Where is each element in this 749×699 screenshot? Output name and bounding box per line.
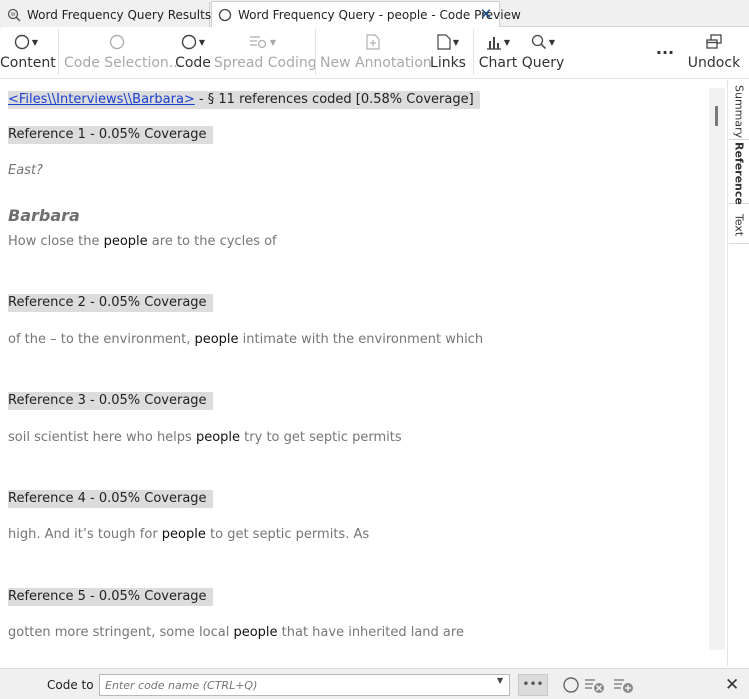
code-circle-icon[interactable] xyxy=(562,676,580,698)
close-icon[interactable]: ✕ xyxy=(725,675,739,695)
tab-bar: W Word Frequency Query Results Word Freq… xyxy=(0,0,749,28)
file-link[interactable]: <Files\\Interviews\\Barbara> xyxy=(8,92,195,107)
code-icon: ▼ xyxy=(174,31,212,53)
chart-icon: ▼ xyxy=(478,31,518,53)
content-button[interactable]: ▼ Content xyxy=(0,31,56,75)
tab-text[interactable]: Text xyxy=(729,208,749,244)
query-button[interactable]: ▼ Query xyxy=(520,31,566,75)
reference-text: gotten more stringent, some local people… xyxy=(8,625,464,640)
coverage-summary: - § 11 references coded [0.58% Coverage] xyxy=(194,92,474,107)
keyword-highlight: people xyxy=(195,430,241,445)
code-in-vivo-icon[interactable] xyxy=(613,676,635,698)
chevron-down-icon[interactable]: ▼ xyxy=(497,676,503,685)
coverage-header: <Files\\Interviews\\Barbara> - § 11 refe… xyxy=(8,91,480,109)
keyword-highlight: people xyxy=(103,234,148,249)
question-text: East? xyxy=(8,163,43,178)
code-name-input[interactable] xyxy=(99,674,510,696)
speaker-name: Barbara xyxy=(8,206,80,225)
tab-summary[interactable]: Summary xyxy=(729,84,749,140)
reference-header: Reference 3 - 0.05% Coverage xyxy=(8,392,213,410)
reference-header: Reference 5 - 0.05% Coverage xyxy=(8,588,213,606)
separator xyxy=(315,29,316,75)
vertical-scrollbar[interactable] xyxy=(709,88,725,650)
uncode-icon[interactable] xyxy=(584,676,606,698)
reference-text: of the – to the environment, people inti… xyxy=(8,332,484,347)
browse-codes-button[interactable]: ••• xyxy=(518,674,548,696)
ribbon-toolbar: ▼ Content Code Selection... ▼ Code ▼ Spr… xyxy=(0,27,749,79)
separator xyxy=(473,29,474,75)
query-results-icon: W xyxy=(7,8,21,22)
annotation-icon xyxy=(320,31,426,53)
code-button[interactable]: ▼ Code xyxy=(174,31,212,75)
tab-label: Word Frequency Query Results xyxy=(27,7,212,22)
reference-header: Reference 2 - 0.05% Coverage xyxy=(8,294,213,312)
tab-reference[interactable]: Reference xyxy=(729,142,749,205)
reference-text: high. And it’s tough for people to get s… xyxy=(8,527,370,542)
scrollbar-thumb[interactable] xyxy=(715,106,718,126)
code-bar: Code to ▼ ••• ✕ xyxy=(0,668,749,699)
reference-text: soil scientist here who helps people try… xyxy=(8,430,402,445)
tab-word-frequency-results[interactable]: W Word Frequency Query Results xyxy=(1,2,212,27)
code-preview-pane: <Files\\Interviews\\Barbara> - § 11 refe… xyxy=(0,80,727,666)
code-selection-icon xyxy=(64,31,170,53)
chart-button[interactable]: ▼ Chart xyxy=(478,31,518,75)
content-icon: ▼ xyxy=(0,31,52,53)
code-selection-button[interactable]: Code Selection... xyxy=(64,31,182,75)
keyword-highlight: people xyxy=(161,527,206,542)
svg-text:W: W xyxy=(11,12,16,18)
document-icon: ▼ xyxy=(428,31,468,53)
reference-header: Reference 4 - 0.05% Coverage xyxy=(8,490,213,508)
more-options-button[interactable]: ... xyxy=(650,37,680,81)
new-annotation-button[interactable]: New Annotation xyxy=(320,31,432,75)
query-search-icon: ▼ xyxy=(520,31,566,53)
undock-icon xyxy=(686,31,742,53)
circle-icon xyxy=(218,8,232,22)
keyword-highlight: people xyxy=(233,625,278,640)
reference-header: Reference 1 - 0.05% Coverage xyxy=(8,126,213,144)
tab-code-preview[interactable]: Word Frequency Query - people - Code Pre… xyxy=(211,1,521,28)
undock-button[interactable]: Undock xyxy=(686,31,742,75)
side-tabs: Summary Reference Text xyxy=(727,80,749,666)
close-icon[interactable]: ✕ xyxy=(479,7,493,22)
code-to-label: Code to xyxy=(47,678,94,692)
reference-text: How close the people are to the cycles o… xyxy=(8,234,277,249)
spread-coding-button[interactable]: ▼ Spread Coding xyxy=(214,31,317,75)
separator xyxy=(58,29,59,75)
links-button[interactable]: ▼ Links xyxy=(428,31,468,75)
spread-coding-icon: ▼ xyxy=(214,31,310,53)
keyword-highlight: people xyxy=(194,332,239,347)
